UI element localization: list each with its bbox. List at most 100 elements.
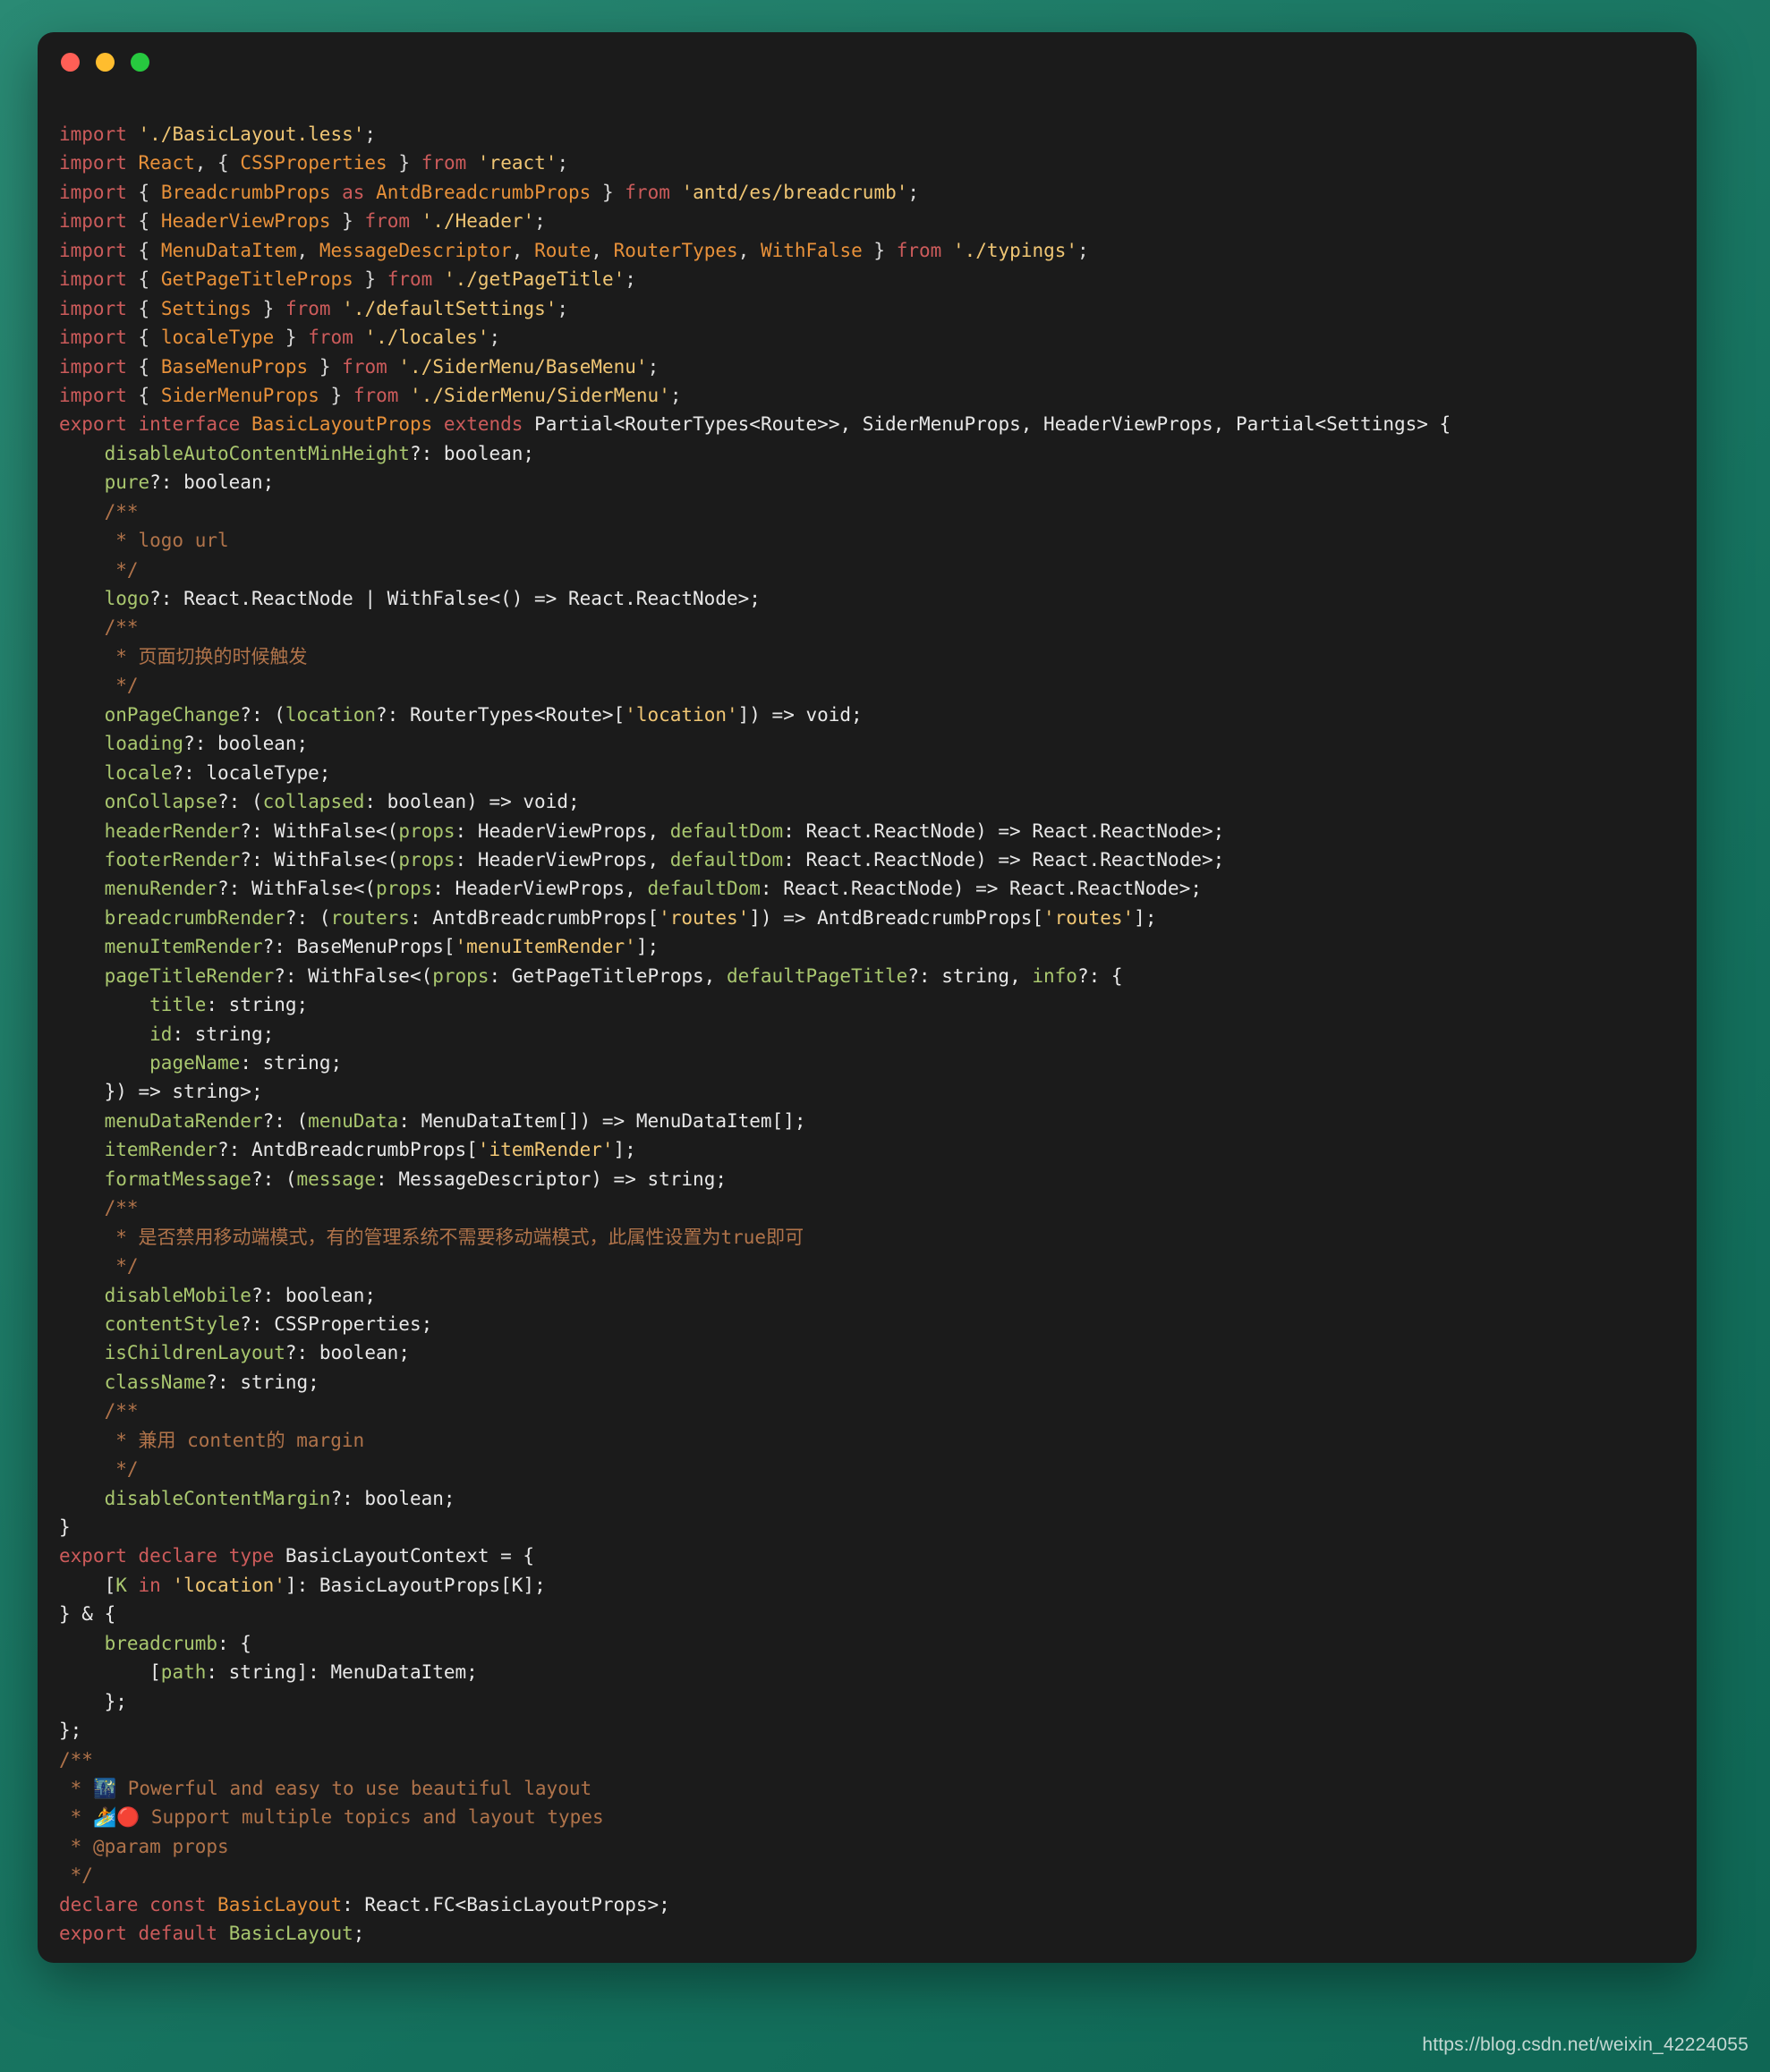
code-token: export — [59, 1545, 127, 1567]
code-token: declare — [139, 1545, 218, 1567]
code-line: * 🌃 Powerful and easy to use beautiful l… — [59, 1774, 1697, 1803]
code-token: defaultPageTitle — [727, 965, 907, 987]
code-token: * logo url — [115, 530, 228, 551]
code-token: ?: — [410, 443, 444, 464]
code-token — [59, 1836, 71, 1857]
code-token: /** — [105, 1400, 139, 1422]
code-token — [353, 210, 365, 232]
code-token — [127, 240, 139, 261]
code-token: } — [319, 356, 331, 378]
code-token: * — [71, 1806, 93, 1828]
code-token — [149, 298, 161, 319]
code-token: ?: React.ReactNode | WithFalse<() => Rea… — [149, 588, 761, 609]
code-line: /** — [59, 613, 1697, 641]
code-token: }) => string>; — [105, 1081, 263, 1102]
code-token: ?: — [285, 1342, 319, 1363]
code-token: } — [59, 1516, 71, 1538]
code-token — [670, 182, 682, 203]
code-token — [139, 1894, 150, 1915]
code-token: Settings — [161, 298, 251, 319]
code-token — [149, 182, 161, 203]
code-token: }; — [59, 1720, 81, 1741]
code-token: : string]: MenuDataItem; — [206, 1661, 477, 1683]
code-token — [217, 1545, 229, 1567]
code-token — [59, 762, 105, 784]
code-token: onPageChange — [105, 704, 241, 726]
code-token: const — [149, 1894, 206, 1915]
code-token: * — [71, 1778, 93, 1799]
code-line: menuItemRender?: BaseMenuProps['menuItem… — [59, 932, 1697, 961]
code-token: { — [139, 210, 150, 232]
code-token: disableMobile — [105, 1285, 251, 1306]
code-token — [387, 356, 399, 378]
close-window-button[interactable] — [61, 53, 80, 72]
code-token: 'routes' — [659, 907, 749, 929]
code-token: export — [59, 413, 127, 435]
code-token: ?: string, — [907, 965, 1032, 987]
code-token — [432, 268, 444, 290]
code-token: ?: — [206, 1371, 240, 1393]
code-line: menuRender?: WithFalse<(props: HeaderVie… — [59, 874, 1697, 903]
code-token: ]; — [614, 1139, 636, 1160]
code-token — [251, 298, 263, 319]
code-token: K — [115, 1575, 127, 1596]
code-token — [331, 298, 343, 319]
code-token — [127, 385, 139, 406]
code-token — [127, 268, 139, 290]
code-line: /** — [59, 497, 1697, 526]
code-token: import — [59, 240, 127, 261]
code-token: CSSProperties; — [274, 1313, 432, 1335]
code-line: /** — [59, 1745, 1697, 1774]
code-token — [59, 1255, 115, 1277]
code-token: './SiderMenu/BaseMenu' — [398, 356, 647, 378]
code-token: : HeaderViewProps, — [455, 820, 670, 842]
code-token: ; — [625, 268, 636, 290]
code-token: footerRender — [105, 849, 241, 870]
code-token — [240, 413, 251, 435]
code-token: */ — [115, 1255, 138, 1277]
code-token: onCollapse — [105, 791, 217, 812]
code-token: ]; — [636, 936, 659, 957]
code-token: GetPageTitleProps — [161, 268, 353, 290]
code-token: ?: BaseMenuProps[ — [263, 936, 455, 957]
code-editor-content[interactable]: import './BasicLayout.less';import React… — [38, 120, 1697, 1949]
code-token: menuData — [308, 1110, 398, 1132]
code-token: ?: ( — [217, 791, 263, 812]
code-token: ?: — [183, 733, 217, 754]
code-token — [432, 413, 444, 435]
code-token: React — [139, 152, 195, 174]
code-token: import — [59, 268, 127, 290]
code-token — [59, 530, 115, 551]
code-token: defaultDom — [670, 820, 783, 842]
maximize-window-button[interactable] — [131, 53, 149, 72]
code-line: import { GetPageTitleProps } from './get… — [59, 265, 1697, 293]
code-token: ]) => AntdBreadcrumbProps[ — [749, 907, 1043, 929]
code-line: */ — [59, 1861, 1697, 1889]
minimize-window-button[interactable] — [96, 53, 115, 72]
code-token: } — [602, 182, 614, 203]
code-token: './getPageTitle' — [444, 268, 625, 290]
code-token: 'menuItemRender' — [455, 936, 636, 957]
code-line: footerRender?: WithFalse<(props: HeaderV… — [59, 845, 1697, 874]
code-token: { — [139, 385, 150, 406]
code-token — [376, 268, 387, 290]
code-token: */ — [115, 675, 138, 696]
code-token — [466, 152, 478, 174]
code-token — [149, 268, 161, 290]
code-token: isChildrenLayout — [105, 1342, 285, 1363]
code-token: 'antd/es/breadcrumb' — [682, 182, 908, 203]
code-token: pageName — [149, 1052, 240, 1074]
code-token: ?: — [172, 762, 206, 784]
code-token: { — [139, 327, 150, 348]
code-token: routers — [330, 907, 410, 929]
code-token: /** — [105, 1197, 139, 1219]
code-token — [410, 152, 421, 174]
code-token: */ — [115, 1458, 138, 1480]
code-line: }) => string>; — [59, 1077, 1697, 1106]
code-token: }; — [59, 1691, 127, 1712]
code-token: './locales' — [364, 327, 489, 348]
code-token: ]) => void; — [738, 704, 863, 726]
code-token: [ — [59, 1575, 115, 1596]
code-line: disableAutoContentMinHeight?: boolean; — [59, 439, 1697, 468]
code-token: , — [195, 152, 217, 174]
